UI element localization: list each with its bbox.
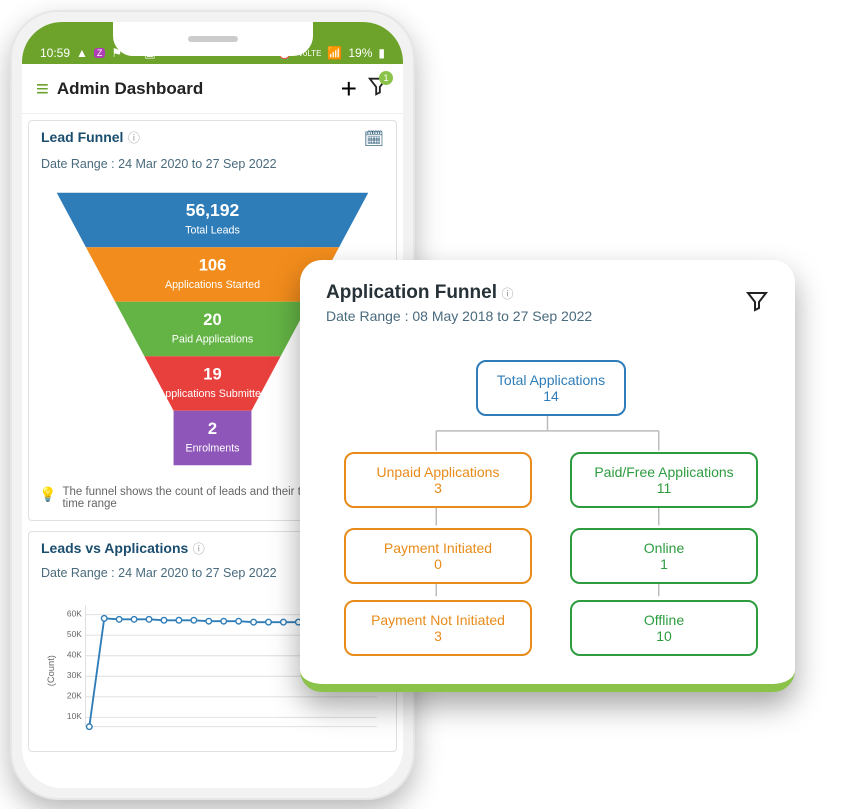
svg-text:20: 20: [203, 310, 221, 329]
lva-title: Leads vs Applications: [41, 540, 188, 556]
svg-text:2: 2: [208, 419, 217, 438]
info-icon[interactable]: ⓘ: [193, 542, 205, 556]
funnel-step-3: 19 Applications Submitted: [144, 356, 280, 411]
funnel-step-4: 2 Enrolments: [174, 411, 252, 466]
menu-icon[interactable]: ≡: [36, 76, 47, 102]
svg-text:56,192: 56,192: [186, 200, 240, 220]
app-badge-icon: Z: [94, 48, 106, 58]
node-offline[interactable]: Offline 10: [570, 600, 758, 656]
svg-text:10K: 10K: [67, 711, 82, 721]
filter-button[interactable]: 1: [367, 75, 389, 102]
app-funnel-date: Date Range : 08 May 2018 to 27 Sep 2022: [326, 308, 592, 324]
svg-text:106: 106: [199, 256, 227, 275]
node-unpaid-applications[interactable]: Unpaid Applications 3: [344, 452, 532, 508]
phone-notch: [113, 22, 313, 56]
lead-funnel-title: Lead Funnel: [41, 129, 123, 145]
filter-button[interactable]: [745, 289, 769, 318]
battery-percent: 19%: [348, 46, 372, 60]
node-payment-not-initiated[interactable]: Payment Not Initiated 3: [344, 600, 532, 656]
svg-text:(Count): (Count): [46, 655, 56, 686]
status-time: 10:59: [40, 46, 70, 60]
battery-icon: ▮: [378, 46, 385, 60]
svg-text:Paid Applications: Paid Applications: [172, 334, 253, 346]
funnel-step-2: 20 Paid Applications: [115, 302, 310, 357]
node-total-applications[interactable]: Total Applications 14: [476, 360, 626, 416]
lead-funnel-date: Date Range : 24 Mar 2020 to 27 Sep 2022: [29, 157, 396, 179]
info-icon[interactable]: ⓘ: [128, 131, 140, 145]
svg-text:40K: 40K: [67, 650, 82, 660]
app-bar: ≡ Admin Dashboard + 1: [22, 64, 403, 114]
y-ticks: 60K 50K 40K 30K 20K 10K: [67, 609, 82, 722]
signal-bars-icon: 📶: [327, 46, 342, 60]
add-button[interactable]: +: [341, 73, 357, 105]
application-funnel-panel: Application Funnel ⓘ Date Range : 08 May…: [300, 260, 795, 692]
bulb-icon: 💡: [39, 486, 56, 503]
node-online[interactable]: Online 1: [570, 528, 758, 584]
node-paid-free-applications[interactable]: Paid/Free Applications 11: [570, 452, 758, 508]
svg-text:30K: 30K: [67, 670, 82, 680]
svg-text:50K: 50K: [67, 629, 82, 639]
svg-text:20K: 20K: [67, 691, 82, 701]
info-icon[interactable]: ⓘ: [501, 287, 513, 301]
svg-text:Applications Started: Applications Started: [165, 279, 260, 291]
svg-text:Total Leads: Total Leads: [185, 225, 240, 237]
svg-text:60K: 60K: [67, 609, 82, 619]
page-title: Admin Dashboard: [57, 79, 331, 99]
filter-badge: 1: [379, 71, 393, 85]
funnel-step-0: 56,192 Total Leads: [57, 193, 369, 248]
funnel-icon: [745, 289, 769, 313]
svg-text:Enrolments: Enrolments: [185, 443, 239, 455]
app-funnel-title: Application Funnel: [326, 282, 497, 303]
calendar-icon[interactable]: 🗓: [364, 129, 384, 149]
warning-icon: ▲: [76, 46, 88, 60]
svg-text:19: 19: [203, 365, 221, 384]
svg-text:Applications Submitted: Applications Submitted: [158, 388, 267, 400]
node-payment-initiated[interactable]: Payment Initiated 0: [344, 528, 532, 584]
